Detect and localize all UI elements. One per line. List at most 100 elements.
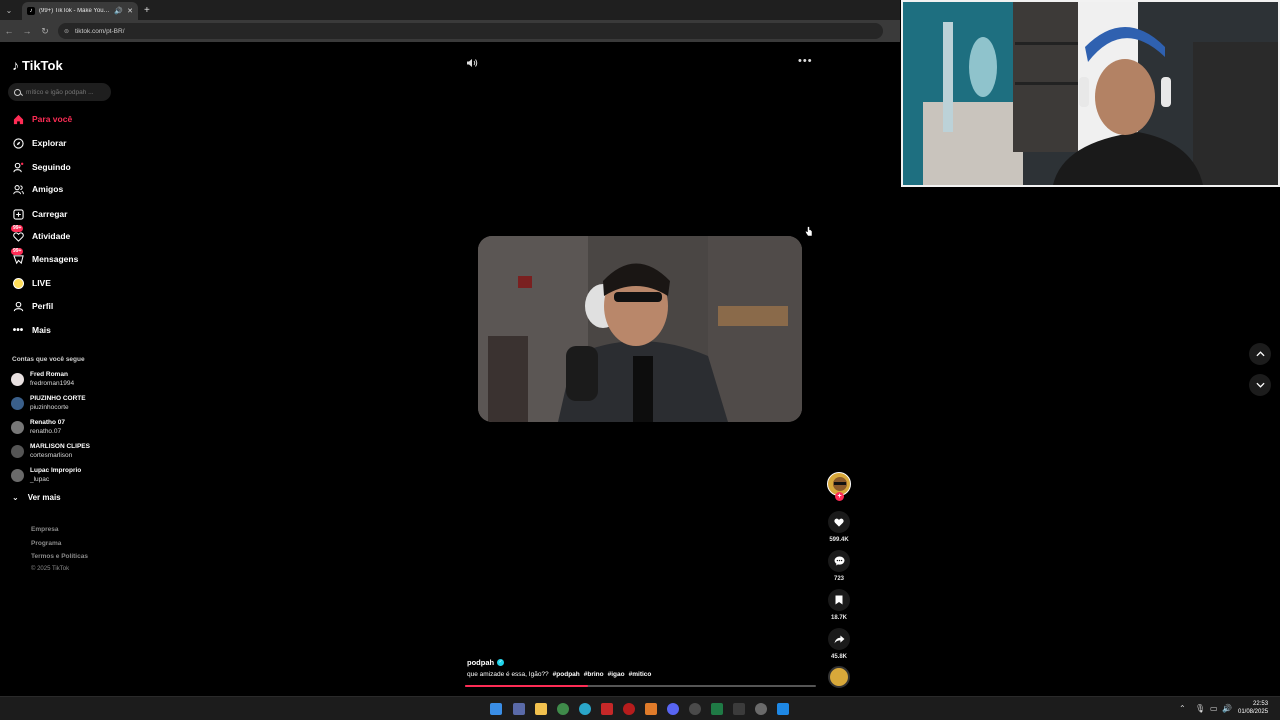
sidebar-item-label: Atividade bbox=[32, 231, 71, 241]
avatar bbox=[11, 421, 24, 434]
chevron-down-icon: ⌄ bbox=[12, 493, 19, 502]
profile-icon bbox=[12, 300, 24, 312]
heart-icon[interactable] bbox=[828, 511, 850, 533]
more-options-icon[interactable]: ••• bbox=[798, 55, 813, 67]
footer-link-programa[interactable]: Programa bbox=[31, 540, 61, 547]
search-box[interactable] bbox=[8, 83, 111, 101]
followed-account[interactable]: MARLISON CLIPES cortesmarlison bbox=[11, 443, 90, 460]
account-handle: piuzinhocorte bbox=[30, 403, 69, 411]
comment-count: 723 bbox=[833, 576, 844, 582]
comment-icon[interactable] bbox=[828, 550, 850, 572]
like-count: 599.4K bbox=[829, 537, 849, 543]
sidebar-item-label: Seguindo bbox=[32, 162, 71, 172]
see-more-button[interactable]: ⌄ Ver mais bbox=[12, 493, 61, 502]
sidebar-item-label: Amigos bbox=[32, 184, 64, 194]
footer-link-termos[interactable]: Termos e Políticas bbox=[31, 553, 88, 560]
start-windows-icon[interactable] bbox=[490, 703, 502, 715]
affinity-app-icon[interactable] bbox=[645, 703, 657, 715]
pinned-app-icon[interactable] bbox=[777, 703, 789, 715]
recorder-app-icon[interactable] bbox=[601, 703, 613, 715]
terminal-app-icon[interactable] bbox=[733, 703, 745, 715]
search-input[interactable] bbox=[26, 88, 106, 96]
speaker-tray-icon[interactable]: 🔊 bbox=[1222, 704, 1232, 713]
compass-icon bbox=[12, 137, 24, 149]
hashtag-link[interactable]: #igao bbox=[608, 671, 625, 678]
chrome-icon[interactable] bbox=[557, 703, 569, 715]
sidebar-item-seguindo[interactable]: Seguindo bbox=[12, 160, 71, 174]
clock-time: 22:53 bbox=[1253, 701, 1269, 707]
tab-search-chevron-icon[interactable]: ⌄ bbox=[0, 0, 18, 20]
footer-link-empresa[interactable]: Empresa bbox=[31, 526, 58, 533]
hashtag-link[interactable]: #brino bbox=[584, 671, 604, 678]
avatar bbox=[11, 397, 24, 410]
forward-arrow-icon[interactable]: → bbox=[18, 26, 36, 36]
share-action: 45.8K bbox=[826, 628, 852, 660]
video-author[interactable]: podpah ✓ bbox=[467, 658, 505, 667]
speaker-icon[interactable]: 🔊 bbox=[114, 7, 123, 15]
address-bar-row: ← → ↻ ⊜ tiktok.com/pt-BR/ bbox=[0, 20, 900, 42]
system-clock[interactable]: 22:53 01/08/2025 bbox=[1238, 700, 1268, 716]
network-icon[interactable]: ▭ bbox=[1210, 704, 1218, 713]
browser-tab[interactable]: ♪ (99+) TikTok - Make Your Day 🔊 ✕ bbox=[22, 2, 138, 20]
volume-icon[interactable] bbox=[466, 58, 478, 71]
calendar-app-icon[interactable] bbox=[513, 703, 525, 715]
sidebar-item-carregar[interactable]: Carregar bbox=[12, 207, 67, 221]
sidebar-item-amigos[interactable]: Amigos bbox=[12, 182, 63, 196]
hashtag-link[interactable]: #podpah bbox=[553, 671, 580, 678]
hashtag-link[interactable]: #mitico bbox=[629, 671, 652, 678]
sidebar-item-label: Mensagens bbox=[32, 254, 79, 264]
video-player[interactable] bbox=[478, 236, 802, 422]
sidebar-item-label: Carregar bbox=[32, 209, 68, 219]
edge-icon[interactable] bbox=[579, 703, 591, 715]
opera-icon[interactable] bbox=[623, 703, 635, 715]
discord-icon[interactable] bbox=[667, 703, 679, 715]
sidebar-item-label: LIVE bbox=[32, 278, 51, 288]
followed-account[interactable]: Renatho 07 renatho.07 bbox=[11, 419, 65, 436]
next-video-button[interactable] bbox=[1249, 374, 1271, 396]
copyright: © 2025 TikTok bbox=[31, 566, 70, 572]
new-tab-button[interactable]: + bbox=[144, 5, 150, 16]
see-more-label: Ver mais bbox=[27, 493, 61, 502]
microphone-icon[interactable]: 🎙 bbox=[1195, 704, 1205, 713]
share-icon[interactable] bbox=[828, 628, 850, 650]
sidebar-item-perfil[interactable]: Perfil bbox=[12, 299, 53, 313]
obs-icon[interactable] bbox=[689, 703, 701, 715]
excel-icon[interactable] bbox=[711, 703, 723, 715]
followed-account[interactable]: Fred Roman fredroman1994 bbox=[11, 371, 74, 388]
sidebar-item-live[interactable]: LIVE bbox=[12, 276, 51, 290]
back-arrow-icon[interactable]: ← bbox=[0, 26, 18, 36]
tray-chevron-up-icon[interactable]: ⌃ bbox=[1179, 704, 1186, 713]
sidebar-item-label: Para você bbox=[32, 114, 73, 124]
url-field[interactable]: ⊜ tiktok.com/pt-BR/ bbox=[58, 23, 883, 39]
webcam-overlay bbox=[901, 0, 1280, 187]
tiktok-favicon-icon: ♪ bbox=[27, 7, 35, 15]
sidebar-item-atividade[interactable]: 99+ Atividade bbox=[11, 225, 71, 243]
followed-account[interactable]: Lupac Improprio _lupac bbox=[11, 467, 81, 484]
close-tab-icon[interactable]: ✕ bbox=[127, 7, 133, 15]
music-disc-avatar[interactable] bbox=[828, 666, 850, 688]
bookmark-icon[interactable] bbox=[828, 589, 850, 611]
follow-plus-button[interactable]: + bbox=[835, 492, 844, 501]
chevron-down-icon bbox=[1255, 382, 1265, 388]
sidebar-item-label: Perfil bbox=[32, 301, 54, 311]
sidebar-item-mais[interactable]: ••• Mais bbox=[12, 323, 51, 337]
settings-app-icon[interactable] bbox=[755, 703, 767, 715]
sidebar-item-mensagens[interactable]: 99+ Mensagens bbox=[11, 248, 79, 266]
video-progress-bar[interactable] bbox=[465, 685, 816, 687]
followed-account[interactable]: PIUZINHO CORTE piuzinhocorte bbox=[11, 395, 86, 412]
comment-action: 723 bbox=[826, 550, 852, 582]
sidebar-item-para-voce[interactable]: Para você bbox=[12, 112, 72, 126]
live-icon bbox=[12, 277, 24, 289]
webcam-image bbox=[903, 2, 1278, 185]
file-explorer-icon[interactable] bbox=[535, 703, 547, 715]
sidebar-item-explorar[interactable]: Explorar bbox=[12, 136, 67, 150]
tiktok-logo[interactable]: ♪ TikTok bbox=[12, 57, 63, 73]
previous-video-button[interactable] bbox=[1249, 343, 1271, 365]
author-name: podpah bbox=[467, 658, 495, 667]
search-icon bbox=[14, 88, 21, 96]
reload-icon[interactable]: ↻ bbox=[36, 26, 54, 37]
site-info-icon[interactable]: ⊜ bbox=[64, 28, 69, 35]
share-count: 45.8K bbox=[830, 654, 847, 660]
video-frame-image bbox=[478, 236, 802, 422]
chevron-up-icon bbox=[1255, 351, 1265, 357]
